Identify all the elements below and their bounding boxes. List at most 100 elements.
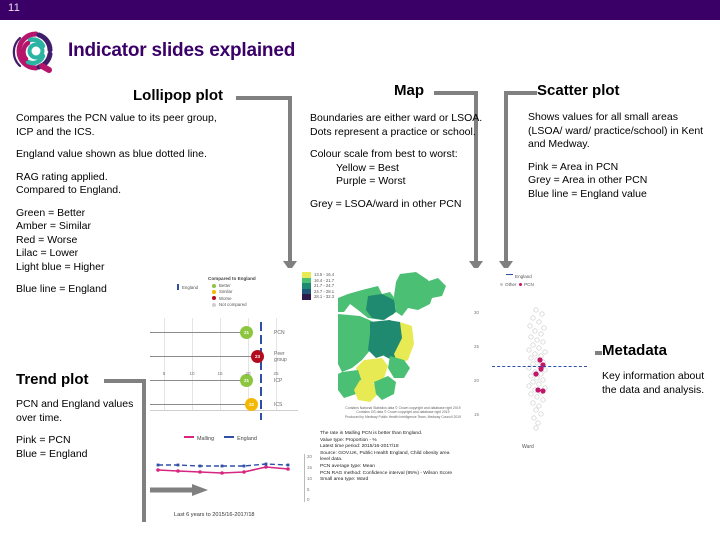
rag-key-red: Red = Worse bbox=[16, 233, 78, 246]
lollipop-stem-icp bbox=[150, 380, 246, 381]
lollipop-legend-items: Better Similar Worse Not compared bbox=[212, 283, 247, 309]
metadata-line-3: Latest time period: 2015/16-2017/18 bbox=[320, 444, 399, 450]
lollipop-xtick-5: 25 bbox=[273, 371, 279, 376]
scatter-key: Pink = Area in PCN Grey = Area in other … bbox=[528, 161, 708, 202]
map-scale-block: Colour scale from best to worst: Yellow … bbox=[310, 148, 488, 189]
lollipop-stem-peer bbox=[150, 356, 257, 357]
connector-scatter-horizontal bbox=[504, 91, 537, 95]
trend-legend-key-england bbox=[224, 436, 235, 438]
map-scale-intro: Colour scale from best to worst: bbox=[310, 148, 458, 160]
header-bar: 11 bbox=[0, 0, 720, 20]
lollipop-stem-pcn bbox=[150, 332, 246, 333]
metadata-line-6: PCN average type: Mean bbox=[320, 463, 375, 469]
legend-dot-worse bbox=[212, 296, 216, 301]
page-title: Indicator slides explained bbox=[68, 40, 296, 61]
lollipop-rag-key: Green = Better Amber = Similar Red = Wor… bbox=[16, 207, 231, 275]
england-marker-icp-bottom bbox=[260, 387, 262, 396]
lollipop-dot-pcn: 21 bbox=[240, 326, 253, 339]
map-legend-band-5: 28.1 - 32.3 bbox=[302, 294, 334, 300]
metadata-line-1: The rate in Malling PCN is better than E… bbox=[320, 431, 423, 436]
trend-y-axis bbox=[304, 454, 305, 502]
description-metadata: Key information about the data and analy… bbox=[602, 370, 712, 397]
map-para-1: Boundaries are either ward or LSOA. bbox=[310, 112, 483, 124]
lollipop-legend-england: England bbox=[177, 284, 198, 290]
rag-key-lilac: Lilac = Lower bbox=[16, 247, 79, 259]
scatter-legend-key-other bbox=[500, 283, 503, 286]
heading-map: Map bbox=[394, 82, 424, 99]
scatter-key-grey: Grey = Area in other PCN bbox=[528, 174, 648, 186]
trend-legend-key-malling bbox=[184, 436, 194, 438]
map-source-line-3: Produced by Medway Public Health Intelli… bbox=[344, 414, 462, 419]
trend-key-pink: Pink = PCN bbox=[16, 434, 71, 446]
legend-dot-better bbox=[212, 283, 216, 288]
lollipop-para-2: England value shown as blue dotted line. bbox=[16, 148, 207, 160]
legend-dot-similar bbox=[212, 289, 216, 294]
map-scale-best: Yellow = Best bbox=[336, 161, 399, 174]
metadata-line-8: Small area type: Ward bbox=[320, 477, 369, 483]
england-marker-ics-top bbox=[260, 400, 262, 409]
preview-metadata-text: The rate in Malling PCN is better than E… bbox=[320, 431, 495, 484]
scatter-key-blue: Blue line = England value bbox=[528, 187, 647, 200]
scatter-para-1: Shows values for all small areas (LSOA/ … bbox=[528, 111, 704, 150]
rag-key-lightblue: Light blue = Higher bbox=[16, 260, 105, 273]
page-number: 11 bbox=[8, 2, 21, 14]
lollipop-label-pcn: PCN bbox=[274, 330, 285, 336]
map-choropleth-shape bbox=[338, 268, 462, 403]
trend-legend: Malling England bbox=[184, 436, 257, 442]
description-trend-plot: PCN and England values over time. Pink =… bbox=[16, 398, 136, 461]
scatter-ytick-1: 30 bbox=[474, 310, 479, 315]
lollipop-para-1: Compares the PCN value to its peer group… bbox=[16, 112, 217, 138]
trend-ytick-1: 20 bbox=[307, 454, 312, 459]
trend-ytick-4: 5 bbox=[307, 487, 310, 492]
rag-key-green: Green = Better bbox=[16, 206, 86, 219]
lollipop-xtick-2: 10 bbox=[189, 371, 195, 376]
england-marker-pcn-bottom bbox=[260, 335, 262, 344]
scatter-key-pink: Pink = Area in PCN bbox=[528, 160, 619, 173]
trend-ytick-5: 0 bbox=[307, 497, 310, 502]
preview-scatter-chart: England Other PCN 30 25 20 15 Ward bbox=[470, 268, 595, 458]
connector-scatter-vertical bbox=[504, 91, 508, 263]
heading-trend-plot: Trend plot bbox=[16, 371, 89, 388]
trend-pointer-arrow bbox=[150, 483, 208, 496]
england-legend-label: England bbox=[182, 285, 199, 290]
scatter-legend-key-england bbox=[506, 274, 513, 275]
lollipop-xtick-3: 15 bbox=[217, 371, 223, 376]
scatter-ytick-2: 25 bbox=[474, 344, 479, 349]
connector-map-horizontal bbox=[434, 91, 478, 95]
connector-lollipop-horizontal bbox=[236, 96, 292, 100]
lollipop-label-peer-group: Peer group bbox=[274, 351, 287, 363]
lollipop-label-icp: ICP bbox=[274, 378, 283, 384]
scatter-england-reference-line bbox=[492, 366, 587, 367]
trend-key-blue: Blue = England bbox=[16, 447, 88, 460]
description-map: Boundaries are either ward or LSOA. Dots… bbox=[310, 112, 488, 211]
heading-scatter-plot: Scatter plot bbox=[537, 82, 620, 99]
map-para-2: Dots represent a practice or school. bbox=[310, 125, 476, 138]
preview-lollipop-chart: Compared to England England Better Simil… bbox=[150, 276, 310, 436]
scatter-x-label: Ward bbox=[522, 444, 534, 450]
connector-trend-vertical bbox=[142, 379, 146, 522]
embedded-slide-preview: Compared to England England Better Simil… bbox=[150, 268, 595, 540]
england-line-swatch bbox=[177, 284, 179, 290]
map-legend-swatch-5 bbox=[302, 294, 311, 300]
rag-key-amber: Amber = Similar bbox=[16, 220, 91, 232]
metadata-para-1: Key information about the data and analy… bbox=[602, 370, 705, 396]
scatter-ytick-4: 15 bbox=[474, 412, 479, 417]
england-marker-icp-top bbox=[260, 374, 262, 383]
scatter-legend-england: England bbox=[506, 274, 532, 279]
trend-para-1: PCN and England values over time. bbox=[16, 398, 134, 424]
preview-map: 13.5 - 16.4 16.4 - 21.7 21.7 - 24.7 24.7… bbox=[302, 268, 462, 443]
description-scatter-plot: Shows values for all small areas (LSOA/ … bbox=[528, 111, 708, 201]
kent-medway-swirl-logo bbox=[6, 26, 60, 76]
lollipop-stem-ics bbox=[150, 404, 251, 405]
scatter-plot-area bbox=[500, 298, 580, 438]
trend-caption: Last 6 years to 2015/16-2017/18 bbox=[174, 512, 255, 518]
scatter-ytick-3: 20 bbox=[474, 378, 479, 383]
lollipop-xtick-1: 5 bbox=[162, 371, 166, 376]
lollipop-label-ics: ICS bbox=[274, 402, 283, 408]
scatter-legend-points: Other PCN bbox=[500, 282, 534, 287]
trend-key: Pink = PCN Blue = England bbox=[16, 434, 136, 461]
map-scale-worst: Purple = Worst bbox=[336, 175, 406, 187]
map-footnote: Grey = LSOA/ward in other PCN bbox=[310, 197, 462, 210]
lollipop-para-3: RAG rating applied. Compared to England. bbox=[16, 170, 122, 197]
trend-ytick-2: 15 bbox=[307, 465, 312, 470]
